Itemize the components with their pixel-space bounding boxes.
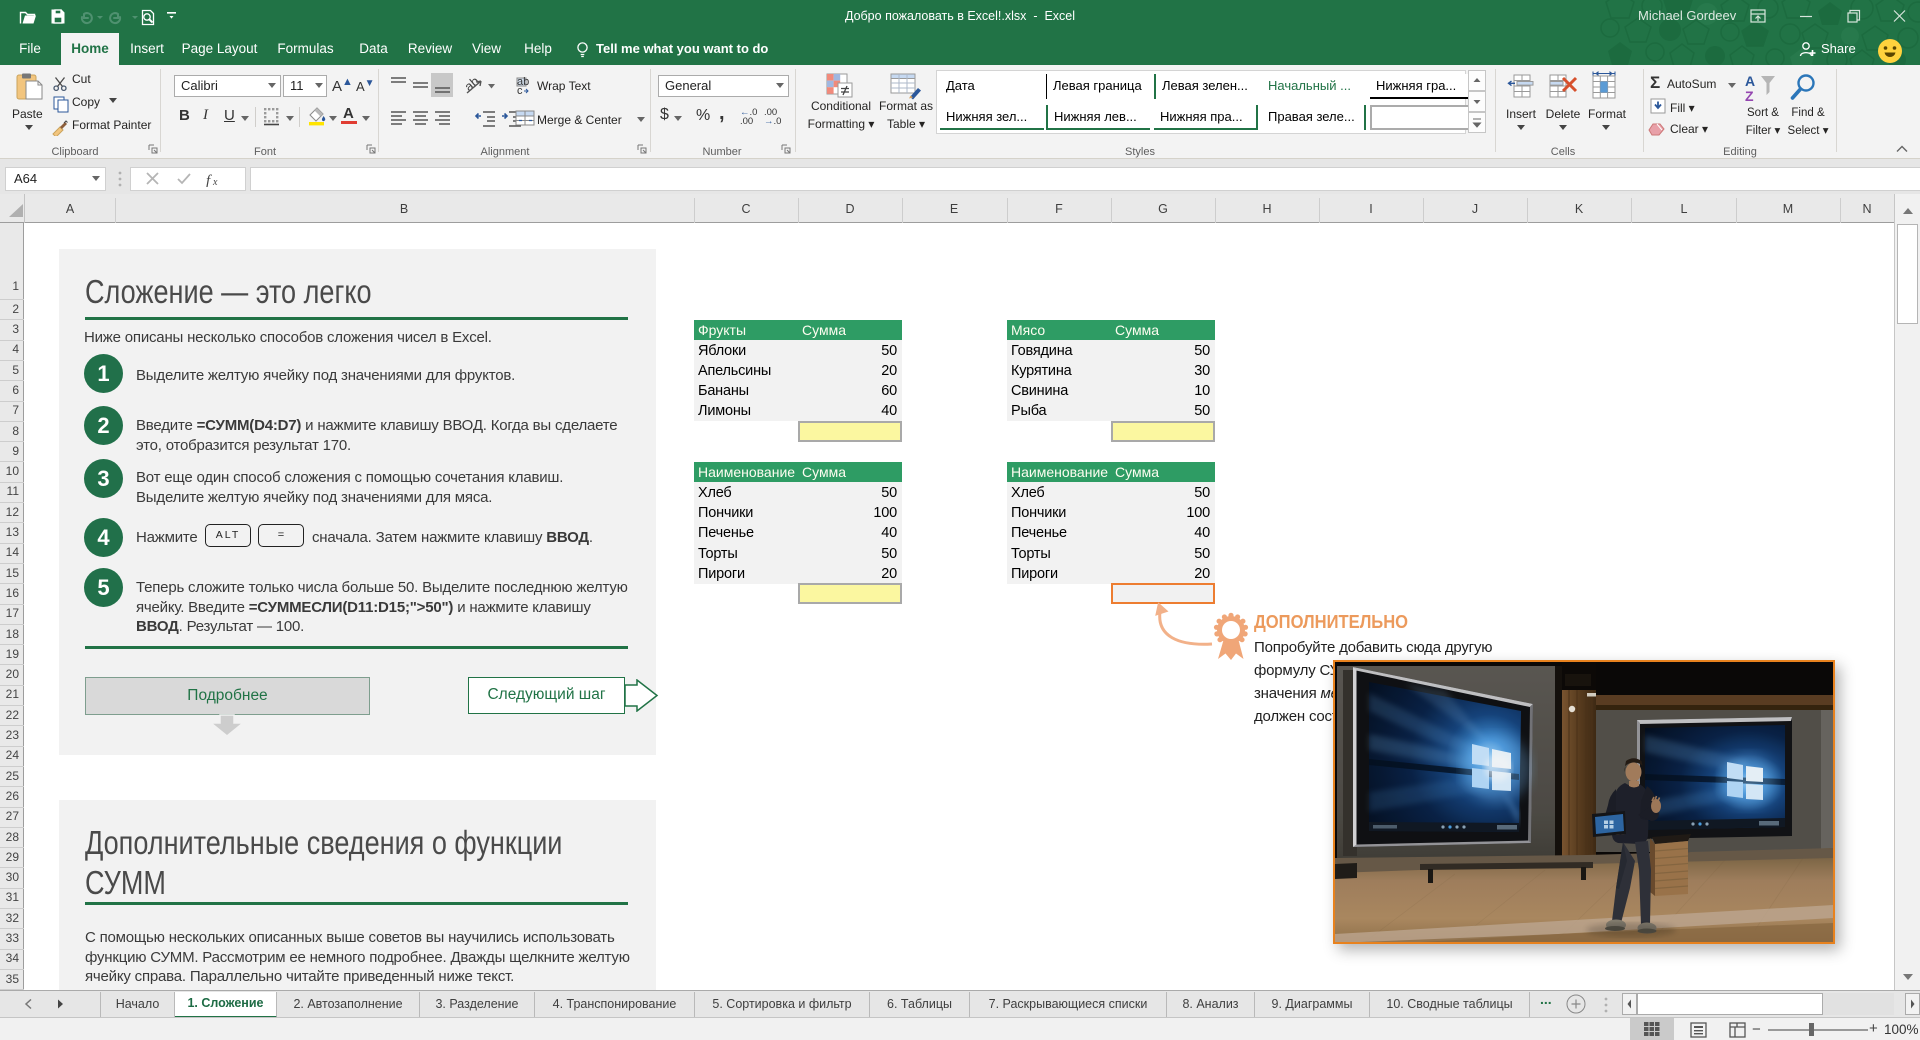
svg-text:c: c [517, 85, 523, 97]
svg-text:ab: ab [461, 73, 482, 94]
svg-text:x: x [212, 177, 218, 187]
svg-text:f: f [206, 173, 212, 187]
svg-text:A: A [1745, 73, 1755, 89]
svg-text:Z: Z [1745, 88, 1754, 103]
